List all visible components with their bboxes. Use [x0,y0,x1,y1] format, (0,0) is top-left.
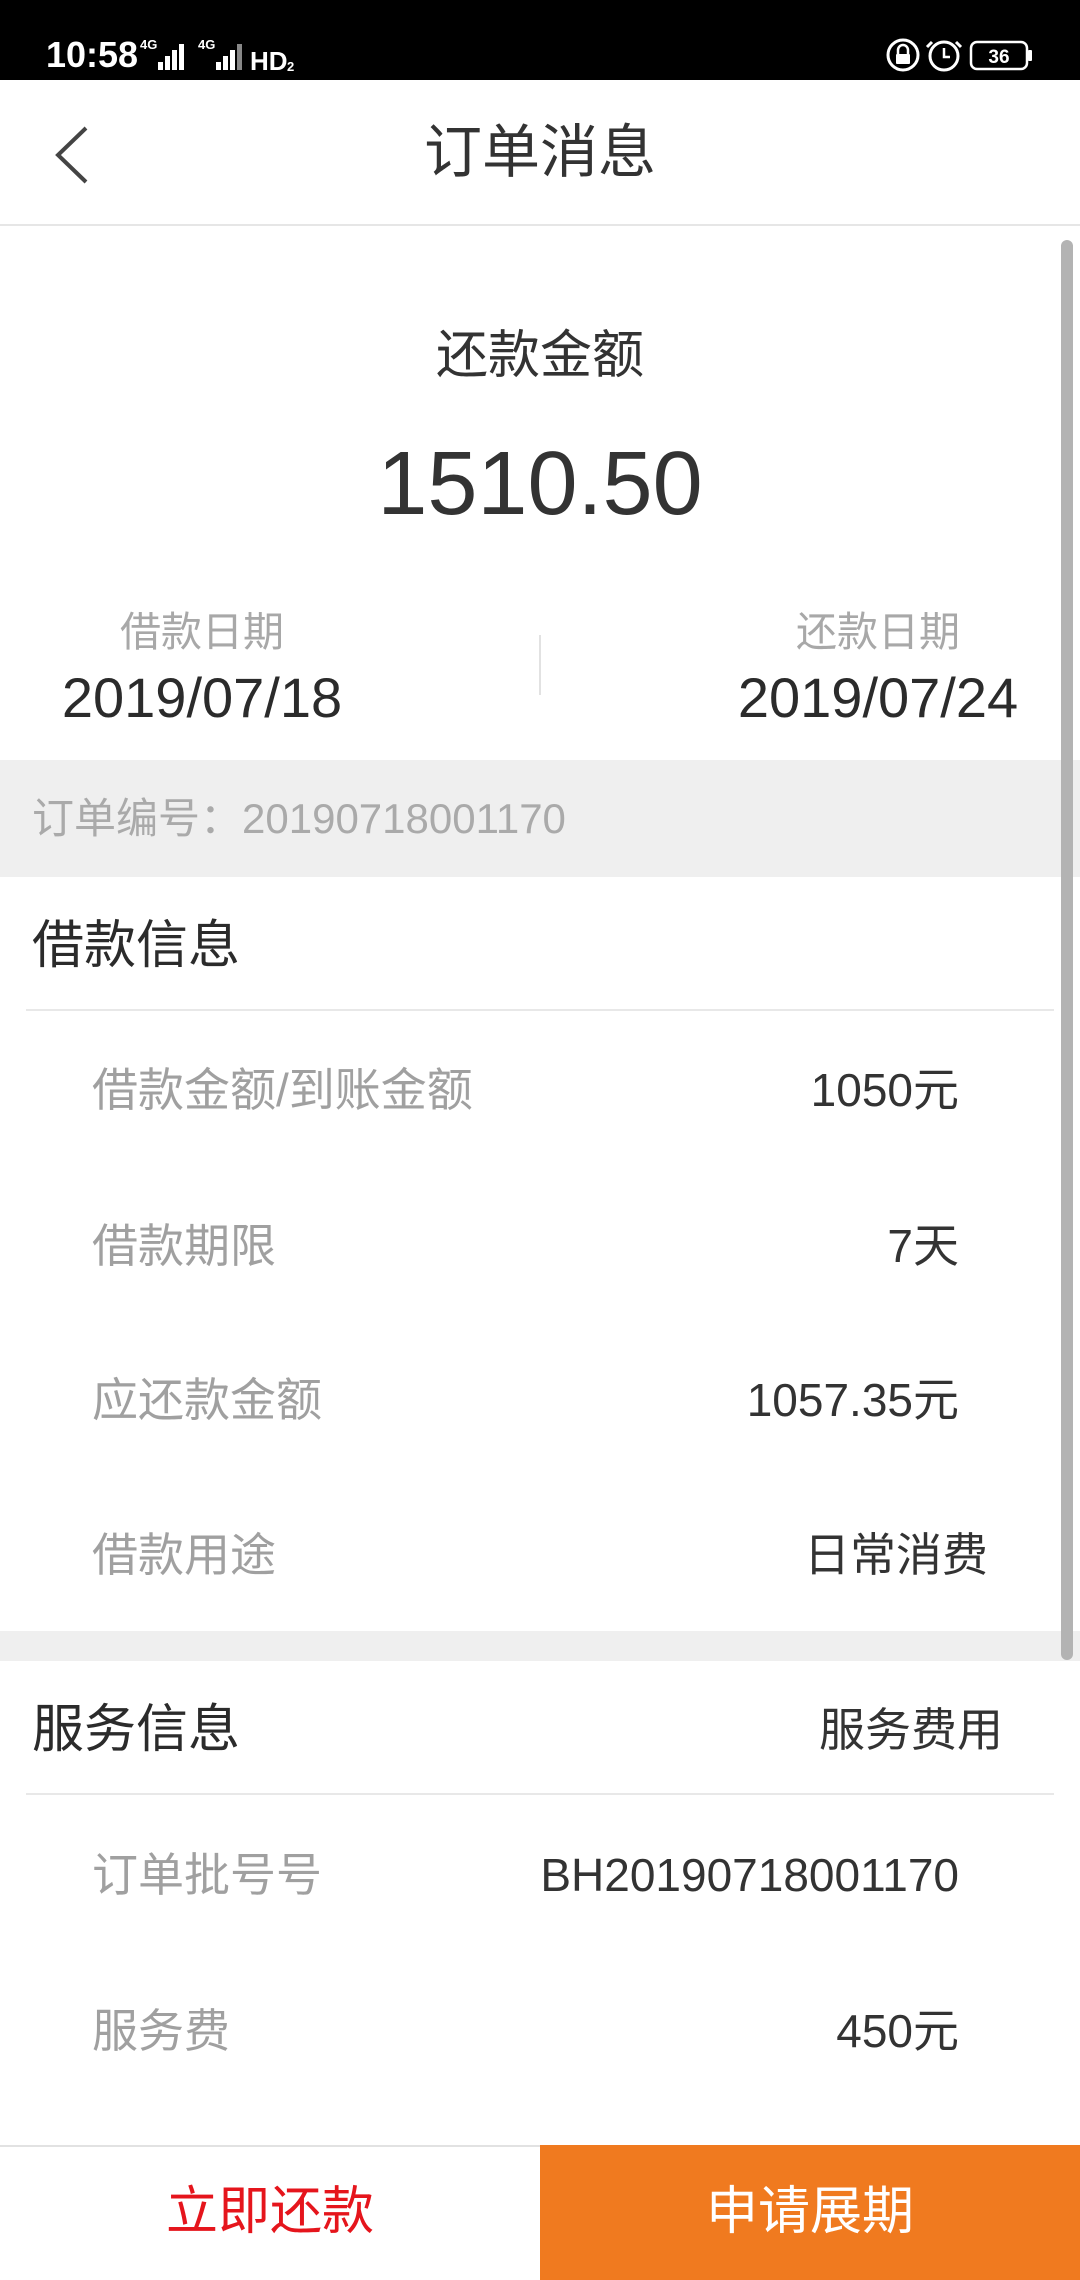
loan-purpose-value: 日常消费 [804,1529,988,1581]
rotation-lock-icon [886,38,920,72]
repay-date-value: 2019/07/24 [737,666,1019,729]
loan-amount-label: 借款金额/到账金额 [92,1064,473,1116]
section-divider [26,1009,1054,1011]
service-fee-label: 服务费 [92,2005,230,2057]
alarm-icon [925,40,963,72]
network-2-label: 4G [198,37,215,52]
battery-icon: 36 [969,40,1032,71]
hd-sim-label: 2 [287,59,294,74]
order-number-label: 订单编号： [32,795,243,842]
order-number: 订单编号：20190718001170 [32,760,566,877]
repay-amount-label: 还款金额 [435,327,644,385]
loan-amount-value: 1050元 [810,1064,959,1116]
hd-icon: HD 2 [250,46,294,76]
status-time: 10:58 [46,34,139,75]
repay-now-button[interactable]: 立即还款 [0,2145,540,2280]
order-message-screen: 10:58 4G 4G HD 2 36 订单消息 还款金额 1510.50 借款… [0,0,1080,2280]
hd-label: HD [250,46,288,76]
service-fee-value: 450元 [836,2005,959,2057]
loan-date-value: 2019/07/18 [61,666,343,729]
loan-date-label: 借款日期 [120,609,284,655]
loan-purpose-label: 借款用途 [92,1529,276,1581]
system-status-icons: 36 [886,38,1032,72]
network-1-label: 4G [140,37,157,52]
date-divider [539,635,541,695]
section-divider [26,1793,1054,1795]
repay-date-label: 还款日期 [796,609,960,655]
page-title: 订单消息 [423,120,656,185]
battery-level: 36 [988,47,1009,68]
section-gap [0,1631,1080,1661]
header-divider [0,224,1080,226]
loan-term-label: 借款期限 [92,1220,276,1272]
amount-due-value: 1057.35元 [746,1374,959,1426]
loan-info-title: 借款信息 [32,917,241,975]
service-info-title: 服务信息 [32,1701,241,1759]
amount-due-label: 应还款金额 [92,1374,322,1426]
order-number-value: 20190718001170 [242,795,566,842]
repay-amount-value: 1510.50 [377,434,703,534]
signal-icon: 4G [198,37,242,70]
scrollbar-thumb[interactable] [1061,240,1073,1660]
service-fee-link[interactable]: 服务费用 [819,1700,1003,1760]
batch-number-value: BH20190718001170 [540,1849,959,1901]
network-status-icons: 4G 4G HD 2 [140,37,294,76]
signal-icon: 4G [140,37,184,70]
loan-term-value: 7天 [887,1220,959,1272]
apply-extension-button[interactable]: 申请展期 [540,2145,1080,2280]
batch-number-label: 订单批号号 [92,1849,322,1901]
